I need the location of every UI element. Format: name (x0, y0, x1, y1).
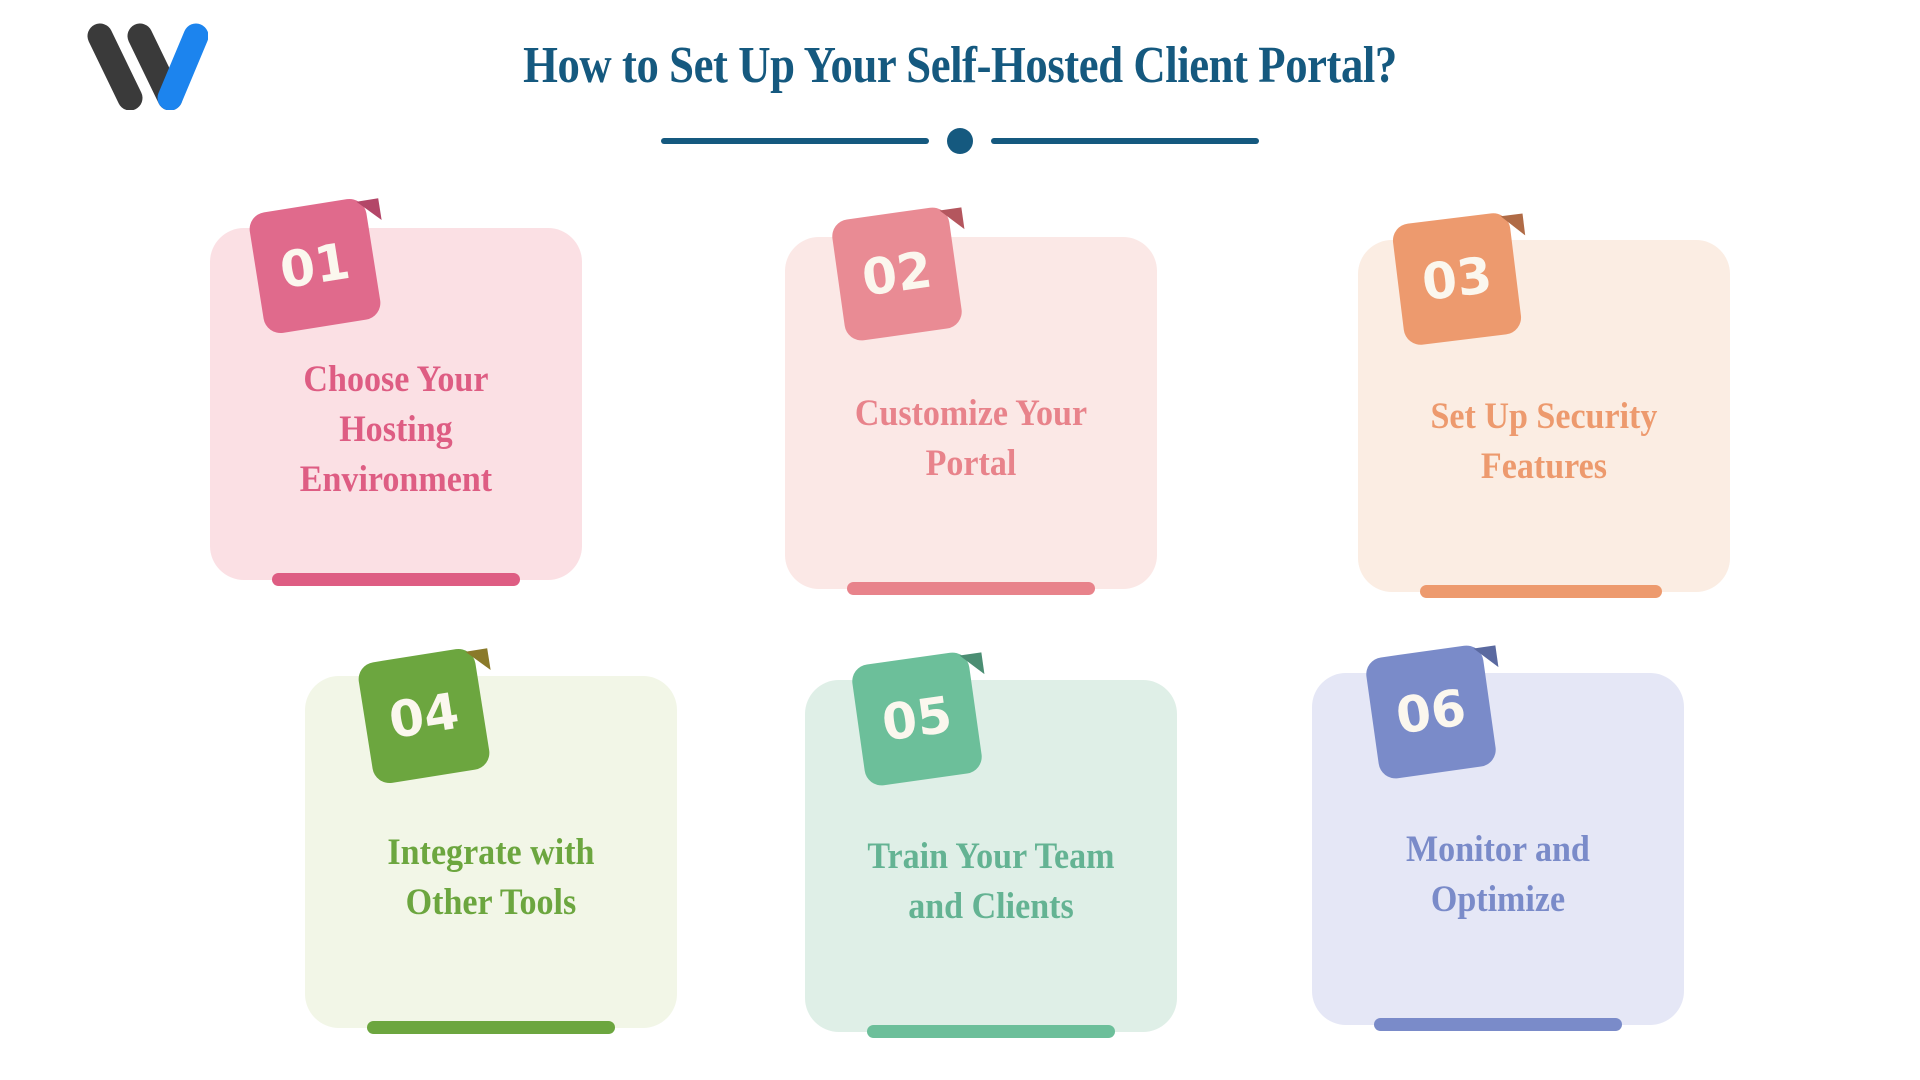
step-card-accent-bar (367, 1021, 615, 1034)
step-number-badge-05: 05 (850, 650, 985, 788)
step-number-label: 01 (276, 231, 354, 301)
step-card-title: Set Up Security Features (1430, 396, 1658, 487)
step-card-title: Choose Your Hosting Environment (299, 359, 493, 500)
badge-fold-corner-icon (939, 207, 965, 233)
step-number-badge-03: 03 (1391, 211, 1526, 347)
step-card-title: Train Your Team and Clients (867, 836, 1115, 927)
badge-fold-corner-icon (959, 652, 985, 678)
step-card-accent-bar (847, 582, 1095, 595)
badge-fold-corner-icon (465, 648, 491, 674)
step-card-accent-bar (867, 1025, 1115, 1038)
step-card-title: Monitor and Optimize (1406, 829, 1590, 920)
step-number-badge-02: 02 (830, 205, 965, 343)
step-card-06[interactable]: Monitor and Optimize (1312, 673, 1684, 1031)
step-card-title: Customize Your Portal (854, 393, 1088, 484)
step-card-accent-bar (1420, 585, 1662, 598)
step-card-04[interactable]: Integrate with Other Tools (305, 676, 677, 1034)
step-number-badge-06: 06 (1364, 643, 1499, 781)
step-number-badge-01: 01 (247, 196, 383, 336)
steps-grid: Choose Your Hosting Environment 01 Customi… (0, 0, 1920, 1080)
step-card-accent-bar (272, 573, 520, 586)
badge-fold-corner-icon (1500, 213, 1526, 239)
step-number-label: 04 (385, 681, 463, 751)
step-number-badge-04: 04 (356, 646, 492, 786)
step-card-accent-bar (1374, 1018, 1622, 1031)
step-number-label: 03 (1418, 245, 1496, 313)
step-number-label: 05 (878, 685, 956, 753)
step-card-body: Integrate with Other Tools (305, 676, 677, 1028)
step-card-title: Integrate with Other Tools (387, 832, 595, 923)
step-card-body: Monitor and Optimize (1312, 673, 1684, 1025)
badge-fold-corner-icon (356, 198, 382, 224)
step-number-label: 06 (1392, 678, 1470, 746)
step-number-label: 02 (858, 240, 936, 308)
badge-fold-corner-icon (1473, 645, 1499, 671)
